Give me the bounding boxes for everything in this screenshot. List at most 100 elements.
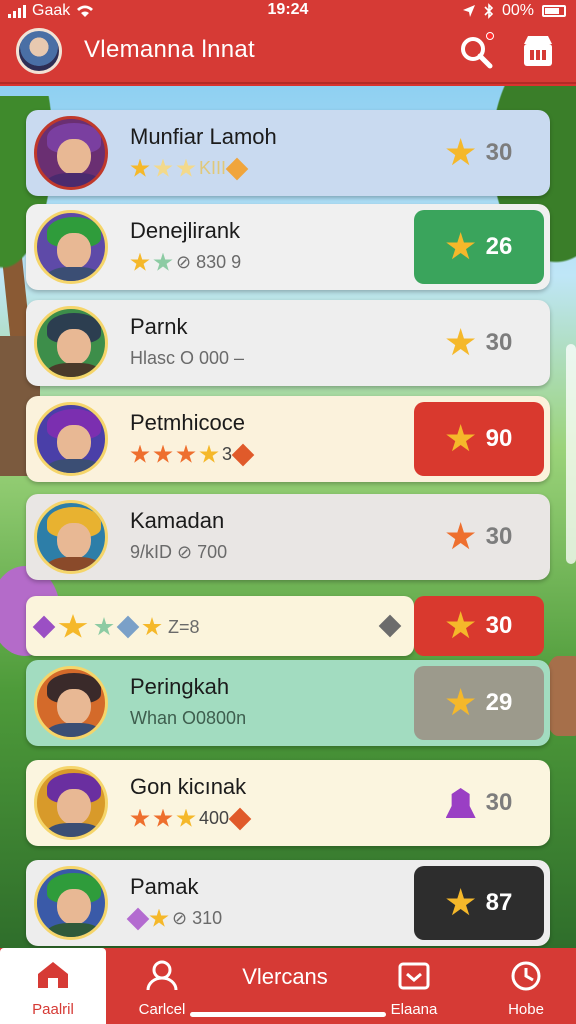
clock-icon [511, 961, 541, 991]
hero-portrait [34, 666, 108, 740]
star-icon [446, 138, 476, 166]
list-item-6[interactable]: Z=8 30 [26, 596, 550, 656]
list-item-3[interactable]: Parnk Hlasc O 000 – 30 [26, 300, 550, 386]
score-value: 87 [485, 889, 513, 916]
star-icon [130, 158, 150, 177]
list-item-7[interactable]: Peringkah Whan O0800n 29 [26, 660, 550, 746]
star-icon [199, 444, 219, 463]
score-value: 30 [485, 139, 513, 166]
hero-name: Parnk [130, 314, 188, 339]
star-icon [446, 232, 476, 260]
hero-name: Pamak [130, 874, 199, 899]
hero-portrait [34, 866, 108, 940]
avatar[interactable] [16, 28, 62, 74]
list-item-8[interactable]: Gon kicınak 400 30 [26, 760, 550, 846]
score-value: 26 [485, 233, 513, 260]
star-icon [153, 252, 173, 271]
score-value: 30 [485, 523, 513, 550]
hero-portrait [34, 116, 108, 190]
score-value: 90 [485, 425, 513, 452]
star-icon [94, 617, 114, 636]
scroll-handle[interactable] [566, 344, 576, 564]
hero-name: Gon kicınak [130, 774, 247, 799]
gem-icon [126, 907, 150, 930]
score-box[interactable]: 30 [414, 116, 544, 190]
star-icon [176, 444, 196, 463]
list-item-9[interactable]: Pamak ⊘ 310 87 [26, 860, 550, 946]
score-value: 29 [485, 689, 513, 716]
hero-portrait [34, 210, 108, 284]
shop-button[interactable] [518, 32, 558, 72]
hero-name: Kamadan [130, 508, 225, 533]
star-icon [176, 808, 196, 827]
list-item-2[interactable]: Denejlirank ⊘ 830 9 26 [26, 204, 550, 290]
hero-portrait [34, 306, 108, 380]
score-value: 30 [485, 789, 513, 816]
star-icon [130, 444, 150, 463]
star-icon [142, 617, 162, 636]
reward-label: Z=8 [168, 616, 200, 637]
reward-items: Z=8 [32, 614, 200, 640]
list-item-1[interactable]: Munfiar Lamoh KIII 30 [26, 110, 550, 196]
score-box[interactable]: 30 [414, 766, 544, 840]
hero-portrait [34, 766, 108, 840]
search-button[interactable] [456, 32, 496, 72]
nav-hobe-label: Hobe [508, 1001, 544, 1018]
star-icon [153, 808, 173, 827]
nav-home-label: Paalril [32, 1001, 74, 1018]
heart-icon [116, 615, 140, 639]
hero-stats: ⊘ 830 9 [130, 252, 241, 273]
notification-dot [486, 32, 494, 40]
score-box[interactable]: 26 [414, 210, 544, 284]
star-icon [153, 444, 173, 463]
hero-stats: ⊘ 310 [126, 907, 223, 930]
crown-icon [445, 788, 476, 818]
score-box[interactable]: 30 [414, 596, 544, 656]
shop-icon [524, 36, 552, 66]
rock [546, 656, 576, 736]
list-item-5[interactable]: Kamadan 9/kID ⊘ 700 30 [26, 494, 550, 580]
hero-portrait [34, 402, 108, 476]
profile-icon [146, 960, 178, 991]
star-icon [446, 328, 476, 356]
hero-sub-label: Whan O0800n [130, 708, 247, 728]
hero-name: Denejlirank [130, 218, 241, 243]
status-bar: Gaak 19:24 00% [0, 0, 576, 22]
hero-stats: Whan O0800n [130, 708, 246, 729]
hero-sub-label: KIII [199, 158, 227, 178]
hero-sub-label: ⊘ 310 [172, 908, 223, 928]
gem-icon [228, 807, 252, 830]
star-icon [446, 611, 476, 639]
score-value: 30 [485, 612, 513, 639]
nav-hobe[interactable]: Hobe [476, 948, 576, 1024]
nav-home[interactable]: Paalril [0, 948, 106, 1024]
location-icon [462, 5, 475, 17]
star-icon [446, 888, 476, 916]
gem-icon [231, 443, 255, 466]
nav-center-title[interactable]: Vlercans [190, 964, 380, 990]
score-box[interactable]: 29 [414, 666, 544, 740]
hero-sub-label: 9/kID ⊘ 700 [130, 542, 228, 562]
score-box[interactable]: 30 [414, 306, 544, 380]
hero-stats: 3 [130, 443, 255, 466]
star-icon [130, 808, 150, 827]
hero-stats: 400 [130, 807, 252, 830]
home-indicator[interactable] [190, 1012, 386, 1017]
gem-icon [32, 615, 56, 639]
score-box[interactable]: 30 [414, 500, 544, 574]
calendar-icon [398, 962, 430, 990]
star-icon [446, 424, 476, 452]
page-title: Vlemanna lnnat [84, 36, 255, 63]
hero-portrait [34, 500, 108, 574]
star-icon [149, 908, 169, 927]
bluetooth-icon [484, 3, 494, 19]
hero-name: Munfiar Lamoh [130, 124, 277, 149]
star-icon [176, 158, 196, 177]
star-icon [130, 252, 150, 271]
hero-sub-label: Hlasc O 000 – [130, 348, 245, 368]
score-box[interactable]: 90 [414, 402, 544, 476]
score-box[interactable]: 87 [414, 866, 544, 940]
reward-strip: Z=8 [26, 596, 414, 656]
score-value: 30 [485, 329, 513, 356]
list-item-4[interactable]: Petmhicoce 3 90 [26, 396, 550, 482]
